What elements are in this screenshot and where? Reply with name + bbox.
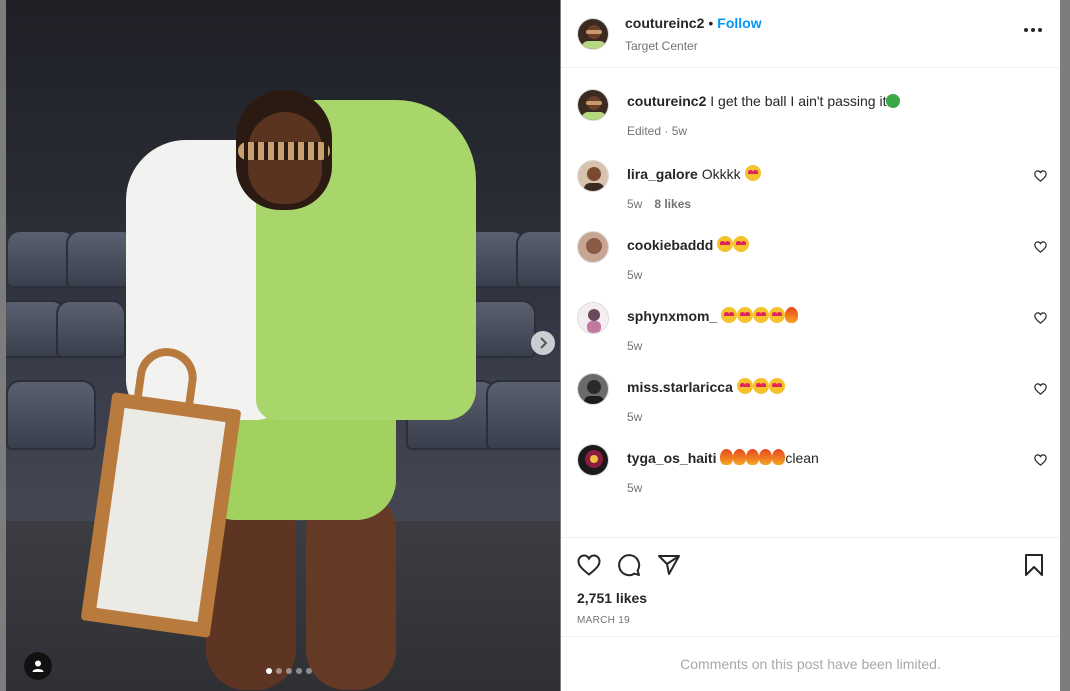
- heart-icon: [577, 554, 601, 576]
- post-actions: 2,751 likes MARCH 19: [561, 537, 1060, 626]
- comments-list[interactable]: coutureinc2 I get the ball I ain't passi…: [561, 69, 1060, 537]
- avatar[interactable]: [577, 160, 609, 192]
- carousel-dots: [266, 668, 312, 674]
- follow-button[interactable]: Follow: [717, 15, 761, 31]
- comment-time[interactable]: 5w: [627, 410, 642, 424]
- avatar[interactable]: [577, 89, 609, 121]
- heart-icon[interactable]: [1034, 241, 1047, 253]
- more-options-button[interactable]: [1024, 24, 1042, 36]
- carousel-next-button[interactable]: [531, 331, 555, 355]
- post-photo: [6, 0, 560, 691]
- comment-item: tyga_os_haiti clean 5w: [561, 444, 1060, 495]
- user-tags-button[interactable]: [24, 652, 52, 680]
- avatar[interactable]: [577, 444, 609, 476]
- bookmark-icon: [1025, 554, 1043, 576]
- heart-icon[interactable]: [1034, 454, 1047, 466]
- more-icon: [1024, 28, 1028, 32]
- comment-time[interactable]: 5w: [627, 268, 642, 282]
- comment-item: lira_galore Okkkk 5w 8 likes: [561, 160, 1060, 211]
- page-scrollbar[interactable]: [1060, 0, 1070, 691]
- user-tag-icon: [32, 660, 44, 672]
- caption-meta: Edited · 5w: [627, 124, 688, 138]
- comment-item: miss.starlaricca 5w: [561, 373, 1060, 424]
- avatar[interactable]: [577, 302, 609, 334]
- avatar[interactable]: [577, 17, 609, 50]
- post-caption: coutureinc2 I get the ball I ain't passi…: [561, 89, 1060, 138]
- comment-username[interactable]: tyga_os_haiti: [627, 450, 716, 466]
- comment-username[interactable]: cookiebaddd: [627, 237, 713, 253]
- carousel-dot: [266, 668, 272, 674]
- avatar[interactable]: [577, 373, 609, 405]
- comment-text: clean: [785, 450, 819, 466]
- comment-time[interactable]: 5w: [627, 197, 642, 211]
- avatar[interactable]: [577, 231, 609, 263]
- separator: •: [708, 14, 714, 31]
- chevron-right-icon: [540, 337, 548, 349]
- caption-text: I get the ball I ain't passing it: [710, 93, 887, 109]
- carousel-dot: [306, 668, 312, 674]
- post-details-panel: coutureinc2 • Follow Target Center couture…: [561, 0, 1060, 691]
- comment-time[interactable]: 5w: [627, 481, 642, 495]
- clover-emoji: [886, 94, 901, 108]
- like-button[interactable]: [577, 554, 601, 576]
- comment-button[interactable]: [617, 553, 641, 577]
- post-header: coutureinc2 • Follow Target Center: [561, 0, 1060, 68]
- comment-username[interactable]: sphynxmom_: [627, 308, 717, 324]
- comments-limited-notice: Comments on this post have been limited.: [561, 636, 1060, 691]
- likes-count[interactable]: 2,751 likes: [577, 590, 1044, 606]
- share-icon: [658, 555, 680, 575]
- carousel-dot: [286, 668, 292, 674]
- caption-username[interactable]: coutureinc2: [627, 93, 706, 109]
- comment-text: Okkkk: [701, 166, 741, 182]
- save-button[interactable]: [1024, 554, 1044, 576]
- heart-icon[interactable]: [1034, 170, 1047, 182]
- post-location[interactable]: Target Center: [625, 39, 762, 53]
- heart-eyes-emoji: [744, 165, 761, 181]
- comment-item: cookiebaddd 5w: [561, 231, 1060, 282]
- comment-time[interactable]: 5w: [627, 339, 642, 353]
- comment-likes[interactable]: 8 likes: [654, 197, 691, 211]
- comment-icon: [618, 554, 641, 577]
- comment-username[interactable]: lira_galore: [627, 166, 698, 182]
- heart-icon[interactable]: [1034, 383, 1047, 395]
- comment-item: sphynxmom_ 5w: [561, 302, 1060, 353]
- post-username[interactable]: coutureinc2: [625, 15, 704, 31]
- heart-icon[interactable]: [1034, 312, 1047, 324]
- comment-username[interactable]: miss.starlaricca: [627, 379, 733, 395]
- share-button[interactable]: [657, 554, 681, 576]
- carousel-dot: [296, 668, 302, 674]
- post-date[interactable]: MARCH 19: [577, 615, 1044, 626]
- carousel-dot: [276, 668, 282, 674]
- person: [80, 90, 486, 690]
